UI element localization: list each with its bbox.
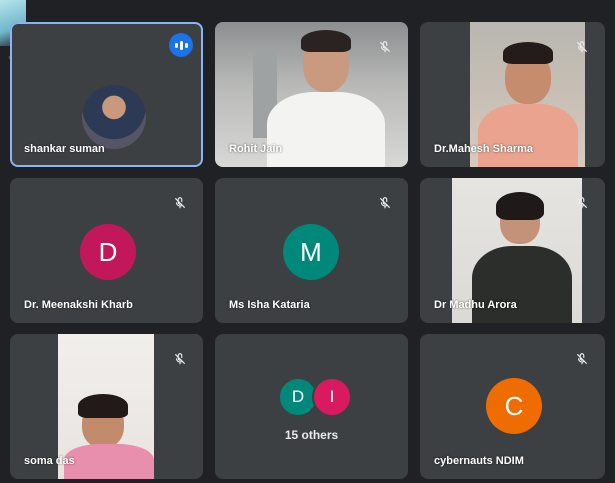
mic-off-icon xyxy=(169,348,191,370)
letter-avatar: I xyxy=(312,377,352,417)
mic-off-icon xyxy=(374,192,396,214)
participant-tile-isha-kataria[interactable]: M Ms Isha Kataria xyxy=(215,178,408,323)
participant-name: Dr Madhu Arora xyxy=(434,299,517,311)
mic-off-icon xyxy=(571,192,593,214)
letter-avatar: C xyxy=(486,378,542,434)
participant-tile-meenakshi-kharb[interactable]: D Dr. Meenakshi Kharb xyxy=(10,178,203,323)
participant-grid: shankar suman Rohit Jain Dr.Mahesh Sharm… xyxy=(0,0,615,483)
others-count-label: 15 others xyxy=(284,428,339,442)
participant-name: Ms Isha Kataria xyxy=(229,299,310,311)
participant-tile-shankar-suman[interactable]: shankar suman xyxy=(10,22,203,167)
participant-tile-madhu-arora[interactable]: Dr Madhu Arora xyxy=(420,178,605,323)
mic-off-icon xyxy=(571,36,593,58)
participant-name: Dr. Meenakshi Kharb xyxy=(24,299,133,311)
participant-tile-cybernauts-ndim[interactable]: C cybernauts NDIM xyxy=(420,334,605,479)
participant-name: Rohit Jain xyxy=(229,143,283,155)
avatar-initial: D xyxy=(98,236,118,267)
avatar-initial: I xyxy=(329,387,335,406)
avatar-initial: M xyxy=(300,236,322,267)
participant-name: cybernauts NDIM xyxy=(434,455,524,467)
participant-name: shankar suman xyxy=(24,143,105,155)
avatar-initial: D xyxy=(291,387,305,406)
profile-photo-avatar xyxy=(82,85,146,149)
others-avatar-stack: D I xyxy=(278,377,358,417)
participant-tile-others[interactable]: D I 15 others xyxy=(215,334,408,479)
letter-avatar: M xyxy=(283,224,339,280)
avatar-initial: C xyxy=(504,390,524,421)
audio-level-icon xyxy=(169,33,193,57)
participant-name: soma das xyxy=(24,455,75,467)
participant-tile-rohit-jain[interactable]: Rohit Jain xyxy=(215,22,408,167)
mic-off-icon xyxy=(169,192,191,214)
participant-tile-mahesh-sharma[interactable]: Dr.Mahesh Sharma xyxy=(420,22,605,167)
participant-tile-soma-das[interactable]: soma das xyxy=(10,334,203,479)
letter-avatar: D xyxy=(80,224,136,280)
mic-off-icon xyxy=(571,348,593,370)
participant-name: Dr.Mahesh Sharma xyxy=(434,143,534,155)
mic-off-icon xyxy=(374,36,396,58)
